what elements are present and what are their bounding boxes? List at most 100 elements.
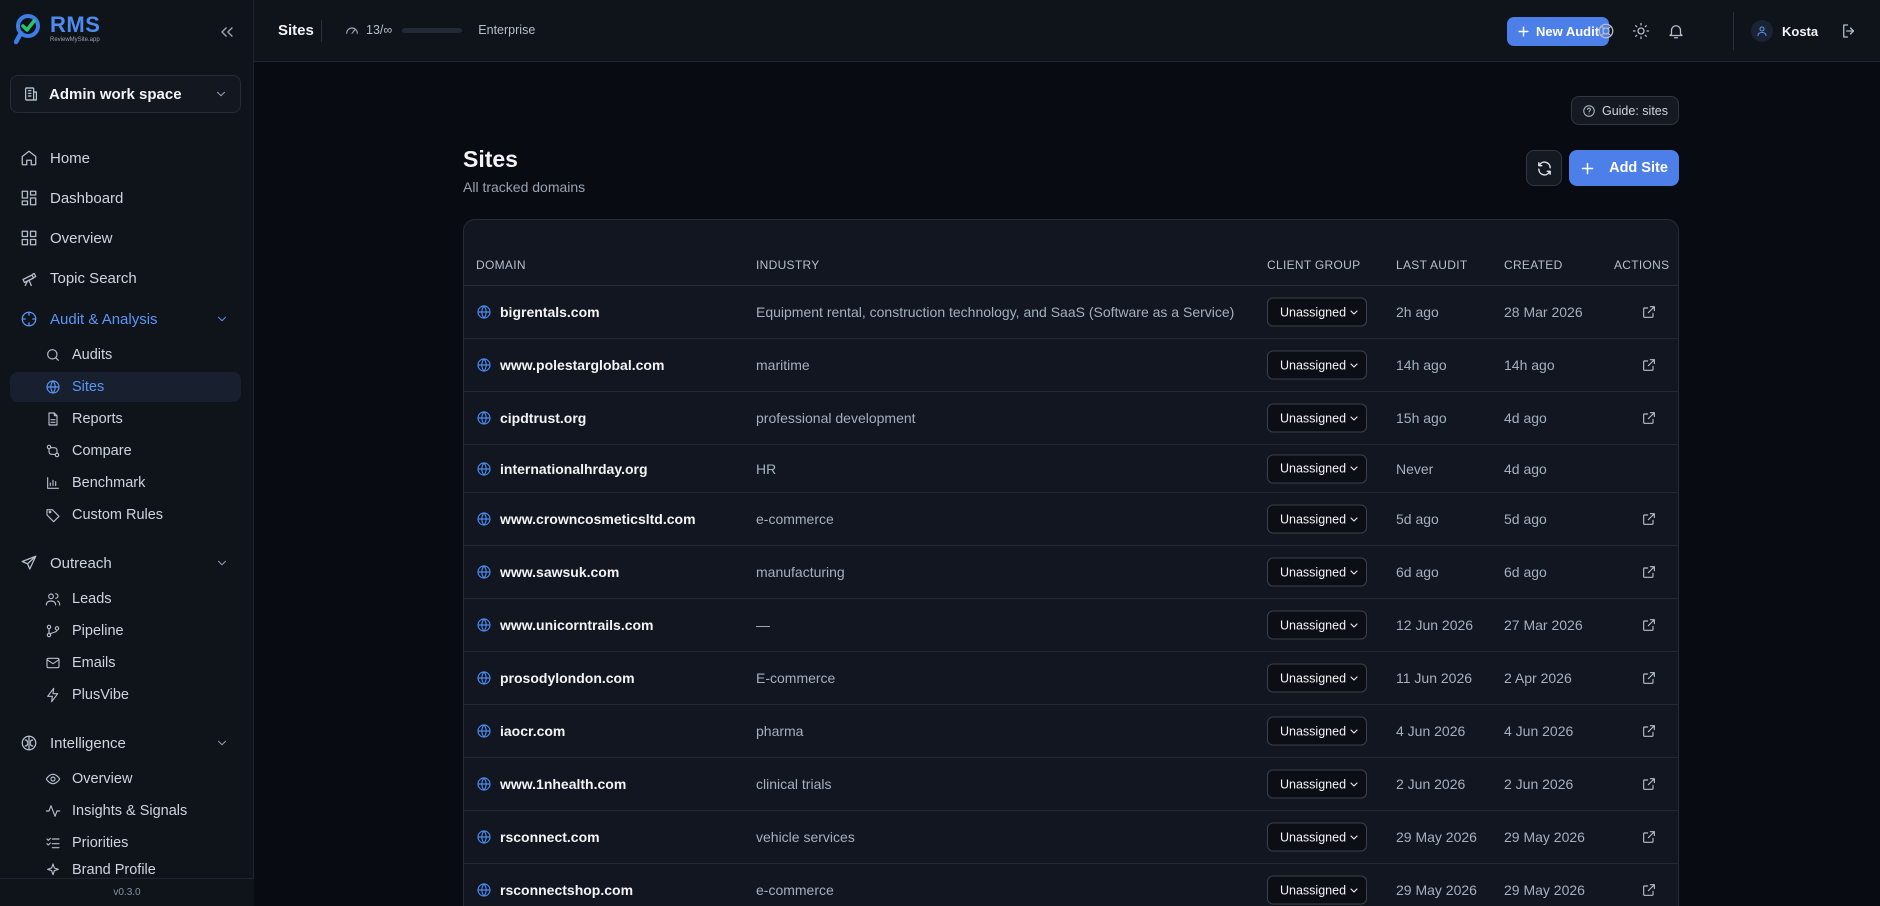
client-group-select[interactable]: Unassigned xyxy=(1267,610,1367,640)
domain-cell[interactable]: prosodylondon.com xyxy=(476,670,635,686)
sun-icon[interactable] xyxy=(1632,22,1650,40)
nav-custom-rules[interactable]: Custom Rules xyxy=(10,500,241,530)
username[interactable]: Kosta xyxy=(1782,24,1818,39)
external-link-icon[interactable] xyxy=(1641,617,1657,633)
column-header-created: Created xyxy=(1504,258,1563,272)
domain-cell[interactable]: bigrentals.com xyxy=(476,304,600,320)
industry-cell: E-commerce xyxy=(756,670,836,686)
send-icon xyxy=(21,555,37,570)
nav-intel-overview[interactable]: Overview xyxy=(10,764,241,794)
client-group-value: Unassigned xyxy=(1280,512,1347,526)
collapse-sidebar-icon[interactable] xyxy=(217,22,237,42)
external-link-icon[interactable] xyxy=(1641,723,1657,739)
industry-cell: maritime xyxy=(756,357,810,373)
nav-brand-profile[interactable]: Brand Profile xyxy=(10,860,241,878)
workspace-switcher[interactable]: Admin work space xyxy=(10,75,241,113)
guide-sites-button[interactable]: Guide: sites xyxy=(1571,96,1679,125)
chevron-down-icon xyxy=(1350,516,1358,522)
column-header-domain: Domain xyxy=(476,258,526,272)
refresh-button[interactable] xyxy=(1526,150,1562,186)
client-group-select[interactable]: Unassigned xyxy=(1267,875,1367,905)
client-group-select[interactable]: Unassigned xyxy=(1267,769,1367,799)
nav-overview[interactable]: Overview xyxy=(10,222,241,254)
avatar[interactable] xyxy=(1751,20,1773,42)
domain-cell[interactable]: www.crowncosmeticsltd.com xyxy=(476,511,696,527)
telescope-icon xyxy=(22,272,37,287)
client-group-select[interactable]: Unassigned xyxy=(1267,454,1367,483)
external-link-icon[interactable] xyxy=(1641,882,1657,898)
bar-chart-icon xyxy=(47,477,59,489)
client-group-select[interactable]: Unassigned xyxy=(1267,663,1367,693)
nav-insights-signals-label: Insights & Signals xyxy=(72,803,188,819)
client-group-select[interactable]: Unassigned xyxy=(1267,557,1367,587)
page-title: Sites xyxy=(463,146,518,172)
zap-icon xyxy=(47,687,59,703)
nav-compare[interactable]: Compare xyxy=(10,436,241,466)
nav-benchmark[interactable]: Benchmark xyxy=(10,468,241,498)
nav-topic-search[interactable]: Topic Search xyxy=(10,262,241,294)
nav-plusvibe[interactable]: PlusVibe xyxy=(10,680,241,710)
domain-cell[interactable]: www.unicorntrails.com xyxy=(476,617,654,633)
file-icon xyxy=(48,412,58,426)
domain-cell[interactable]: www.polestarglobal.com xyxy=(476,357,664,373)
nav-intel-overview-label: Overview xyxy=(72,771,133,787)
section-intelligence[interactable]: Intelligence xyxy=(10,727,241,759)
domain-cell[interactable]: www.sawsuk.com xyxy=(476,564,619,580)
client-group-select[interactable]: Unassigned xyxy=(1267,403,1367,433)
external-link-icon[interactable] xyxy=(1641,511,1657,527)
client-group-cell: Unassigned xyxy=(1267,350,1367,380)
domain-name: www.1nhealth.com xyxy=(500,776,627,792)
usage-indicator: 13/∞ Enterprise xyxy=(344,22,535,38)
domain-cell[interactable]: internationalhrday.org xyxy=(476,461,648,477)
nav-priorities[interactable]: Priorities xyxy=(10,828,241,858)
domain-cell[interactable]: iaocr.com xyxy=(476,723,565,739)
external-link-icon[interactable] xyxy=(1641,670,1657,686)
new-audit-button[interactable]: New Audit xyxy=(1507,17,1609,46)
nav-dashboard[interactable]: Dashboard xyxy=(10,182,241,214)
table-row: www.sawsuk.com manufacturing Unassigned 6d … xyxy=(464,546,1678,599)
chevron-down-icon xyxy=(218,316,226,322)
nav-priorities-label: Priorities xyxy=(72,835,129,851)
add-site-button[interactable]: Add Site xyxy=(1569,150,1679,186)
domain-cell[interactable]: www.1nhealth.com xyxy=(476,776,626,792)
domain-name: rsconnectshop.com xyxy=(500,882,634,898)
tag-icon xyxy=(46,509,60,523)
domain-cell[interactable]: cipdtrust.org xyxy=(476,410,586,426)
help-lifebuoy-icon[interactable] xyxy=(1597,22,1615,40)
nav-sites[interactable]: Sites xyxy=(10,372,241,402)
table-row: www.unicorntrails.com — Unassigned 12 Jun 2… xyxy=(464,599,1678,652)
client-group-select[interactable]: Unassigned xyxy=(1267,350,1367,380)
nav-emails[interactable]: Emails xyxy=(10,648,241,678)
logout-icon[interactable] xyxy=(1840,22,1858,40)
client-group-select[interactable]: Unassigned xyxy=(1267,297,1367,327)
client-group-select[interactable]: Unassigned xyxy=(1267,504,1367,534)
external-link-icon[interactable] xyxy=(1641,410,1657,426)
nav-brand-profile-label: Brand Profile xyxy=(72,862,156,878)
domain-cell[interactable]: rsconnect.com xyxy=(476,829,600,845)
nav-pipeline[interactable]: Pipeline xyxy=(10,616,241,646)
nav-home[interactable]: Home xyxy=(10,142,241,174)
nav-insights-signals[interactable]: Insights & Signals xyxy=(10,796,241,826)
client-group-select[interactable]: Unassigned xyxy=(1267,822,1367,852)
sidebar-footer: v0.3.0 xyxy=(0,878,254,906)
section-audit-analysis[interactable]: Audit & Analysis xyxy=(10,303,241,335)
external-link-icon[interactable] xyxy=(1641,357,1657,373)
external-link-icon[interactable] xyxy=(1641,776,1657,792)
client-group-select[interactable]: Unassigned xyxy=(1267,716,1367,746)
grid-icon xyxy=(21,230,37,246)
nav-reports[interactable]: Reports xyxy=(10,404,241,434)
external-link-icon[interactable] xyxy=(1641,829,1657,845)
bell-icon[interactable] xyxy=(1667,22,1685,40)
workspace-name: Admin work space xyxy=(49,85,182,103)
section-outreach[interactable]: Outreach xyxy=(10,547,241,579)
domain-cell[interactable]: rsconnectshop.com xyxy=(476,882,633,898)
client-group-cell: Unassigned xyxy=(1267,716,1367,746)
gauge-icon xyxy=(346,27,358,34)
list-checks-icon xyxy=(46,837,60,849)
nav-audits[interactable]: Audits xyxy=(10,340,241,370)
external-link-icon[interactable] xyxy=(1641,564,1657,580)
created-cell: 28 Mar 2026 xyxy=(1504,304,1583,320)
nav-leads[interactable]: Leads xyxy=(10,584,241,614)
brand-logo[interactable]: RMS ReviewMySite.app xyxy=(14,12,100,46)
external-link-icon[interactable] xyxy=(1641,304,1657,320)
